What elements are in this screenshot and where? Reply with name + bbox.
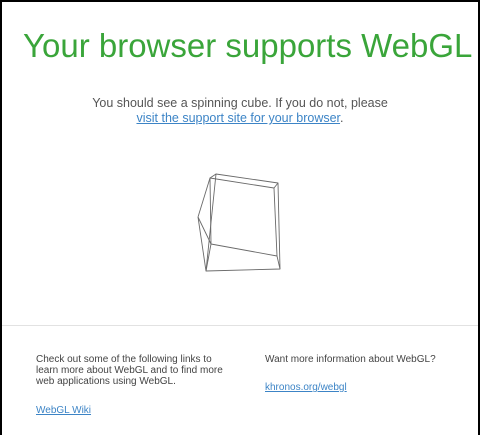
cube-back-face bbox=[209, 177, 278, 257]
cube-message-text: You should see a spinning cube. If you d… bbox=[92, 96, 388, 110]
cube-edge bbox=[197, 216, 212, 245]
cube-message-period: . bbox=[340, 111, 344, 125]
cube-message: You should see a spinning cube. If you d… bbox=[2, 96, 478, 126]
cube-edge bbox=[209, 173, 217, 179]
cube-edge bbox=[197, 177, 211, 218]
cube-edge bbox=[197, 216, 207, 272]
page-frame: Your browser supports WebGL You should s… bbox=[0, 0, 480, 435]
cube-edge bbox=[205, 243, 212, 272]
cube-edge bbox=[276, 255, 281, 270]
footer-right-text: Want more information about WebGL? bbox=[265, 354, 436, 365]
cube-edge bbox=[273, 182, 279, 189]
khronos-webgl-link[interactable]: khronos.org/webgl bbox=[265, 382, 347, 393]
footer-right-column: Want more information about WebGL? khron… bbox=[265, 354, 465, 393]
footer-divider bbox=[2, 325, 478, 326]
footer-left-text: Check out some of the following links to… bbox=[36, 354, 223, 387]
page-title: Your browser supports WebGL bbox=[23, 27, 473, 64]
cube-front-face bbox=[205, 173, 281, 272]
footer-left-column: Check out some of the following links to… bbox=[36, 354, 236, 416]
support-site-link[interactable]: visit the support site for your browser bbox=[136, 111, 340, 125]
webgl-wiki-link[interactable]: WebGL Wiki bbox=[36, 405, 91, 416]
